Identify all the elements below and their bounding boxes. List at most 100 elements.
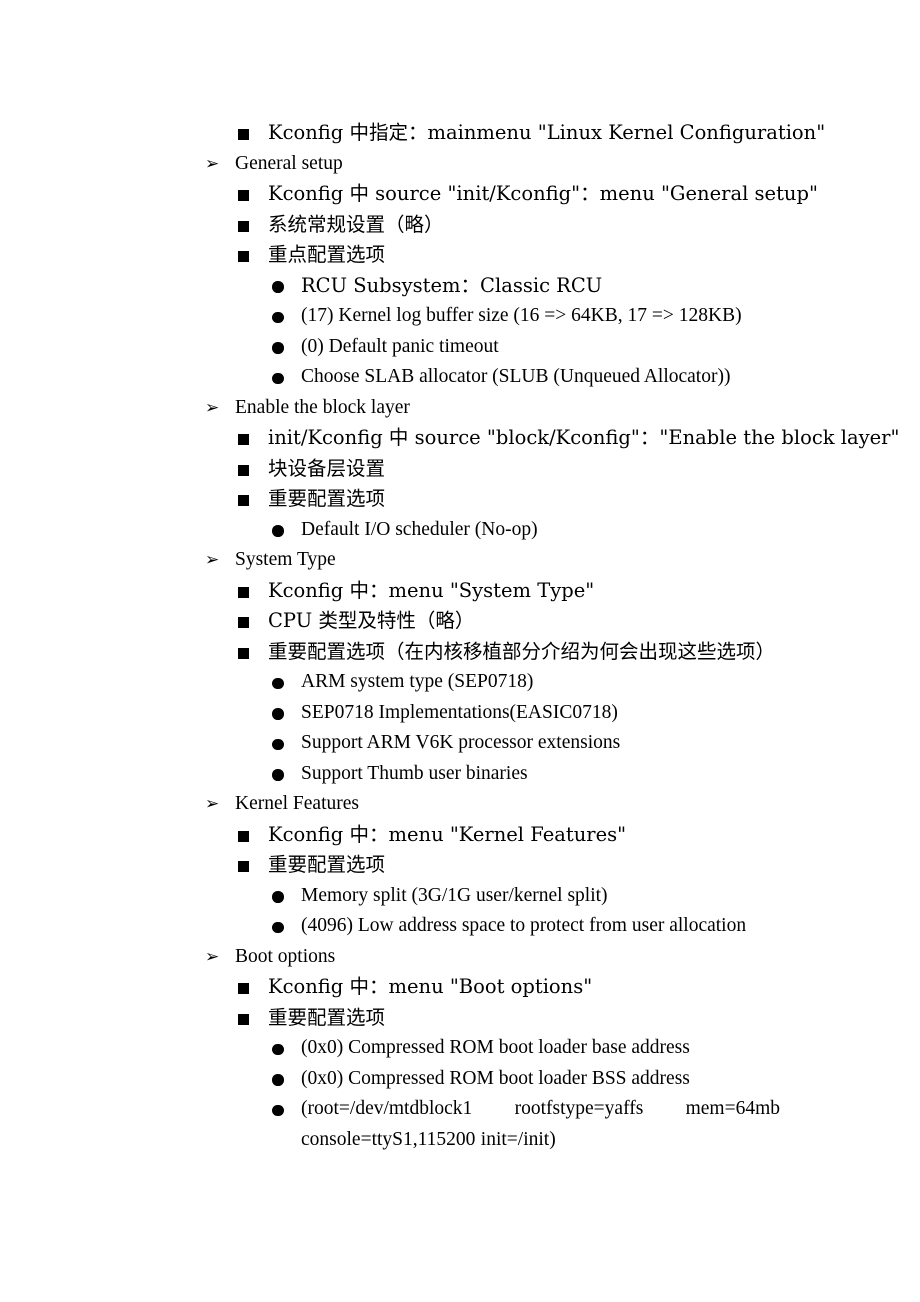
list-item: RCU Subsystem：Classic RCU [0, 271, 920, 302]
list-item: Memory split (3G/1G user/kernel split) [0, 881, 920, 912]
filled-disc-marker-icon [272, 1104, 284, 1116]
list-item: Kconfig 中指定：mainmenu "Linux Kernel Confi… [0, 118, 920, 149]
filled-disc-marker-icon [272, 769, 284, 781]
list-item-label: (0x0) Compressed ROM boot loader base ad… [301, 1037, 690, 1058]
list-item-label: Support ARM V6K processor extensions [301, 732, 621, 753]
filled-square-marker-icon [238, 129, 249, 140]
list-item: Choose SLAB allocator (SLUB (Unqueued Al… [0, 362, 920, 393]
list-item-label: (4096) Low address space to protect from… [301, 915, 747, 936]
list-item: Support Thumb user binaries [0, 759, 920, 790]
filled-disc-marker-icon [272, 891, 284, 903]
list-item-label: Kconfig 中：menu "System Type" [268, 578, 595, 602]
filled-disc-marker-icon [272, 1074, 284, 1086]
list-item: CPU 类型及特性（略） [0, 606, 920, 637]
filled-disc-marker-icon [272, 1043, 284, 1055]
list-item-label: Choose SLAB allocator (SLUB (Unqueued Al… [301, 366, 731, 387]
section-heading-boot-options: ➢ Boot options [0, 942, 920, 973]
list-item-label: CPU 类型及特性（略） [268, 609, 475, 632]
filled-square-marker-icon [238, 495, 249, 506]
list-item: Kconfig 中：menu "Kernel Features" [0, 820, 920, 851]
filled-disc-marker-icon [272, 921, 284, 933]
section-heading-system-type: ➢ System Type [0, 545, 920, 576]
list-item-label: RCU Subsystem：Classic RCU [301, 273, 603, 297]
list-item: 重要配置选项 [0, 484, 920, 515]
filled-square-marker-icon [238, 251, 249, 262]
list-item-label: (0) Default panic timeout [301, 335, 499, 357]
list-item: (0x0) Compressed ROM boot loader base ad… [0, 1033, 920, 1064]
list-item-label: 块设备层设置 [268, 456, 386, 480]
filled-square-marker-icon [238, 190, 249, 201]
list-item-label: Support Thumb user binaries [301, 762, 528, 784]
arrowhead-marker-icon: ➢ [205, 153, 220, 174]
list-item: init/Kconfig 中 source "block/Kconfig"："E… [0, 423, 920, 454]
filled-square-marker-icon [238, 861, 249, 872]
list-item: 重要配置选项 [0, 850, 920, 881]
list-item-label: SEP0718 Implementations(EASIC0718) [301, 701, 618, 723]
list-item-label: (root=/dev/mtdblock1 rootfstype=yaffs me… [301, 1094, 780, 1155]
list-item: (0) Default panic timeout [0, 332, 920, 363]
list-item-label: Default I/O scheduler (No-op) [301, 518, 538, 540]
section-heading-kernel-features: ➢ Kernel Features [0, 789, 920, 820]
list-item-label: Kconfig 中指定：mainmenu "Linux Kernel Confi… [268, 121, 826, 144]
list-item-label: 重要配置选项 [268, 487, 386, 510]
list-item: 块设备层设置 [0, 454, 920, 485]
list-item: (17) Kernel log buffer size (16 => 64KB,… [0, 301, 920, 332]
list-item-label-line1: (root=/dev/mtdblock1 rootfstype=yaffs me… [301, 1098, 780, 1119]
filled-disc-marker-icon [272, 525, 284, 537]
list-item: Kconfig 中：menu "Boot options" [0, 972, 920, 1003]
list-item: 重要配置选项 [0, 1003, 920, 1034]
filled-square-marker-icon [238, 830, 249, 842]
filled-square-marker-icon [238, 434, 249, 445]
section-heading-label: Enable the block layer [235, 396, 410, 418]
filled-disc-marker-icon [272, 708, 284, 720]
filled-square-marker-icon [238, 464, 249, 476]
filled-disc-marker-icon [272, 372, 284, 384]
filled-disc-marker-icon [272, 311, 284, 323]
list-item: ARM system type (SEP0718) [0, 667, 920, 698]
list-item-label: 系统常规设置（略） [268, 212, 444, 236]
section-heading-label: General setup [235, 152, 343, 174]
list-item: SEP0718 Implementations(EASIC0718) [0, 698, 920, 729]
list-item-label: Kconfig 中 source "init/Kconfig"：menu "Ge… [268, 182, 818, 205]
list-item-label: 重要配置选项 [268, 1005, 386, 1029]
arrowhead-marker-icon: ➢ [205, 794, 220, 814]
filled-disc-marker-icon [272, 738, 284, 750]
filled-square-marker-icon [238, 647, 249, 659]
list-item-label: init/Kconfig 中 source "block/Kconfig"："E… [268, 426, 900, 449]
list-item-label: (17) Kernel log buffer size (16 => 64KB,… [301, 305, 742, 326]
list-item: (root=/dev/mtdblock1 rootfstype=yaffs me… [0, 1094, 920, 1155]
filled-disc-marker-icon [272, 342, 284, 354]
list-item: 重点配置选项 [0, 240, 920, 271]
outline-list: Kconfig 中指定：mainmenu "Linux Kernel Confi… [0, 118, 920, 1155]
filled-square-marker-icon [238, 617, 249, 628]
list-item: Support ARM V6K processor extensions [0, 728, 920, 759]
filled-disc-marker-icon [272, 677, 284, 689]
filled-square-marker-icon [238, 586, 249, 598]
filled-square-marker-icon [238, 1013, 249, 1025]
section-heading-label: Boot options [235, 945, 336, 967]
arrowhead-marker-icon: ➢ [205, 946, 220, 967]
list-item: Kconfig 中 source "init/Kconfig"：menu "Ge… [0, 179, 920, 210]
list-item-label: Kconfig 中：menu "Kernel Features" [268, 822, 627, 846]
list-item-label: 重要配置选项（在内核移植部分介绍为何会出现这些选项） [268, 639, 776, 663]
list-item-label: 重要配置选项 [268, 853, 386, 876]
filled-square-marker-icon [238, 220, 249, 232]
section-heading-label: Kernel Features [235, 793, 359, 814]
list-item-label: Kconfig 中：menu "Boot options" [268, 975, 593, 998]
list-item-label: ARM system type (SEP0718) [301, 671, 534, 692]
list-item: 重要配置选项（在内核移植部分介绍为何会出现这些选项） [0, 637, 920, 668]
list-item-label: (0x0) Compressed ROM boot loader BSS add… [301, 1067, 690, 1089]
list-item-label: 重点配置选项 [268, 243, 386, 266]
list-item: Default I/O scheduler (No-op) [0, 515, 920, 546]
list-item-label-line2: console=ttyS1,115200 init=/init) [301, 1128, 556, 1150]
section-heading-enable-the-block-layer: ➢ Enable the block layer [0, 393, 920, 424]
filled-square-marker-icon [238, 983, 249, 994]
list-item: 系统常规设置（略） [0, 210, 920, 241]
list-item-label: Memory split (3G/1G user/kernel split) [301, 884, 608, 906]
arrowhead-marker-icon: ➢ [205, 550, 220, 570]
list-item: (4096) Low address space to protect from… [0, 911, 920, 942]
section-heading-general-setup: ➢ General setup [0, 149, 920, 180]
arrowhead-marker-icon: ➢ [205, 397, 220, 418]
document-page: Kconfig 中指定：mainmenu "Linux Kernel Confi… [0, 0, 920, 1302]
section-heading-label: System Type [235, 549, 336, 570]
